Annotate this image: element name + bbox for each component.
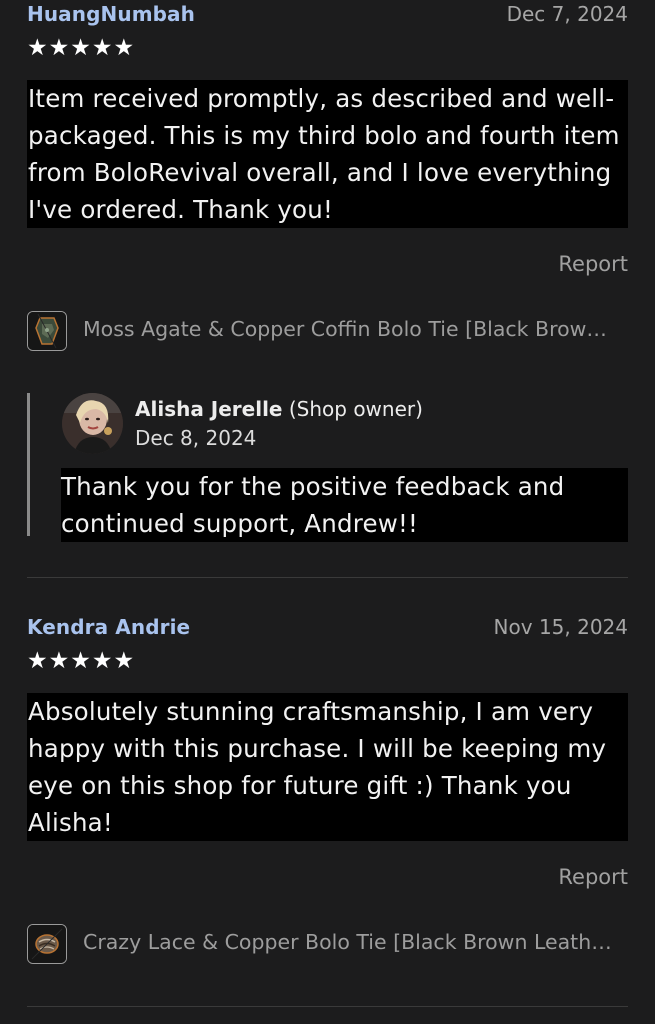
review-date: Nov 15, 2024 [493,615,628,639]
divider [27,1006,628,1007]
review-header: HuangNumbah Dec 7, 2024 [27,0,628,30]
bolo-tie-thumbnail-icon [27,924,67,964]
purchased-item-link[interactable]: Moss Agate & Copper Coffin Bolo Tie [Bla… [27,311,628,353]
star-rating: ★★★★★ [27,35,136,61]
report-button[interactable]: Report [558,252,628,276]
shop-owner-reply: Alisha Jerelle (Shop owner) Dec 8, 2024 … [27,393,628,542]
reviews-page: HuangNumbah Dec 7, 2024 ★★★★★ Item recei… [0,0,655,1024]
review-header: Kendra Andrie Nov 15, 2024 [27,613,628,643]
owner-info: Alisha Jerelle (Shop owner) [135,397,423,421]
star-rating: ★★★★★ [27,648,136,674]
divider [27,577,628,578]
report-button[interactable]: Report [558,865,628,889]
bolo-tie-thumbnail-icon [27,311,67,351]
review-card: HuangNumbah Dec 7, 2024 ★★★★★ Item recei… [27,0,628,560]
avatar [62,393,123,454]
owner-role: (Shop owner) [288,397,423,421]
reply-date: Dec 8, 2024 [135,426,257,450]
review-date: Dec 7, 2024 [506,2,628,26]
review-card: Kendra Andrie Nov 15, 2024 ★★★★★ Absolut… [27,613,628,1013]
review-text: Absolutely stunning craftsmanship, I am … [27,693,628,841]
item-title[interactable]: Moss Agate & Copper Coffin Bolo Tie [Bla… [83,317,628,341]
owner-name[interactable]: Alisha Jerelle [135,397,283,421]
reviewer-name[interactable]: HuangNumbah [27,2,195,26]
reviewer-name[interactable]: Kendra Andrie [27,615,190,639]
item-title[interactable]: Crazy Lace & Copper Bolo Tie [Black Brow… [83,930,628,954]
reply-text: Thank you for the positive feedback and … [61,468,628,542]
purchased-item-link[interactable]: Crazy Lace & Copper Bolo Tie [Black Brow… [27,924,628,966]
review-text: Item received promptly, as described and… [27,80,628,228]
